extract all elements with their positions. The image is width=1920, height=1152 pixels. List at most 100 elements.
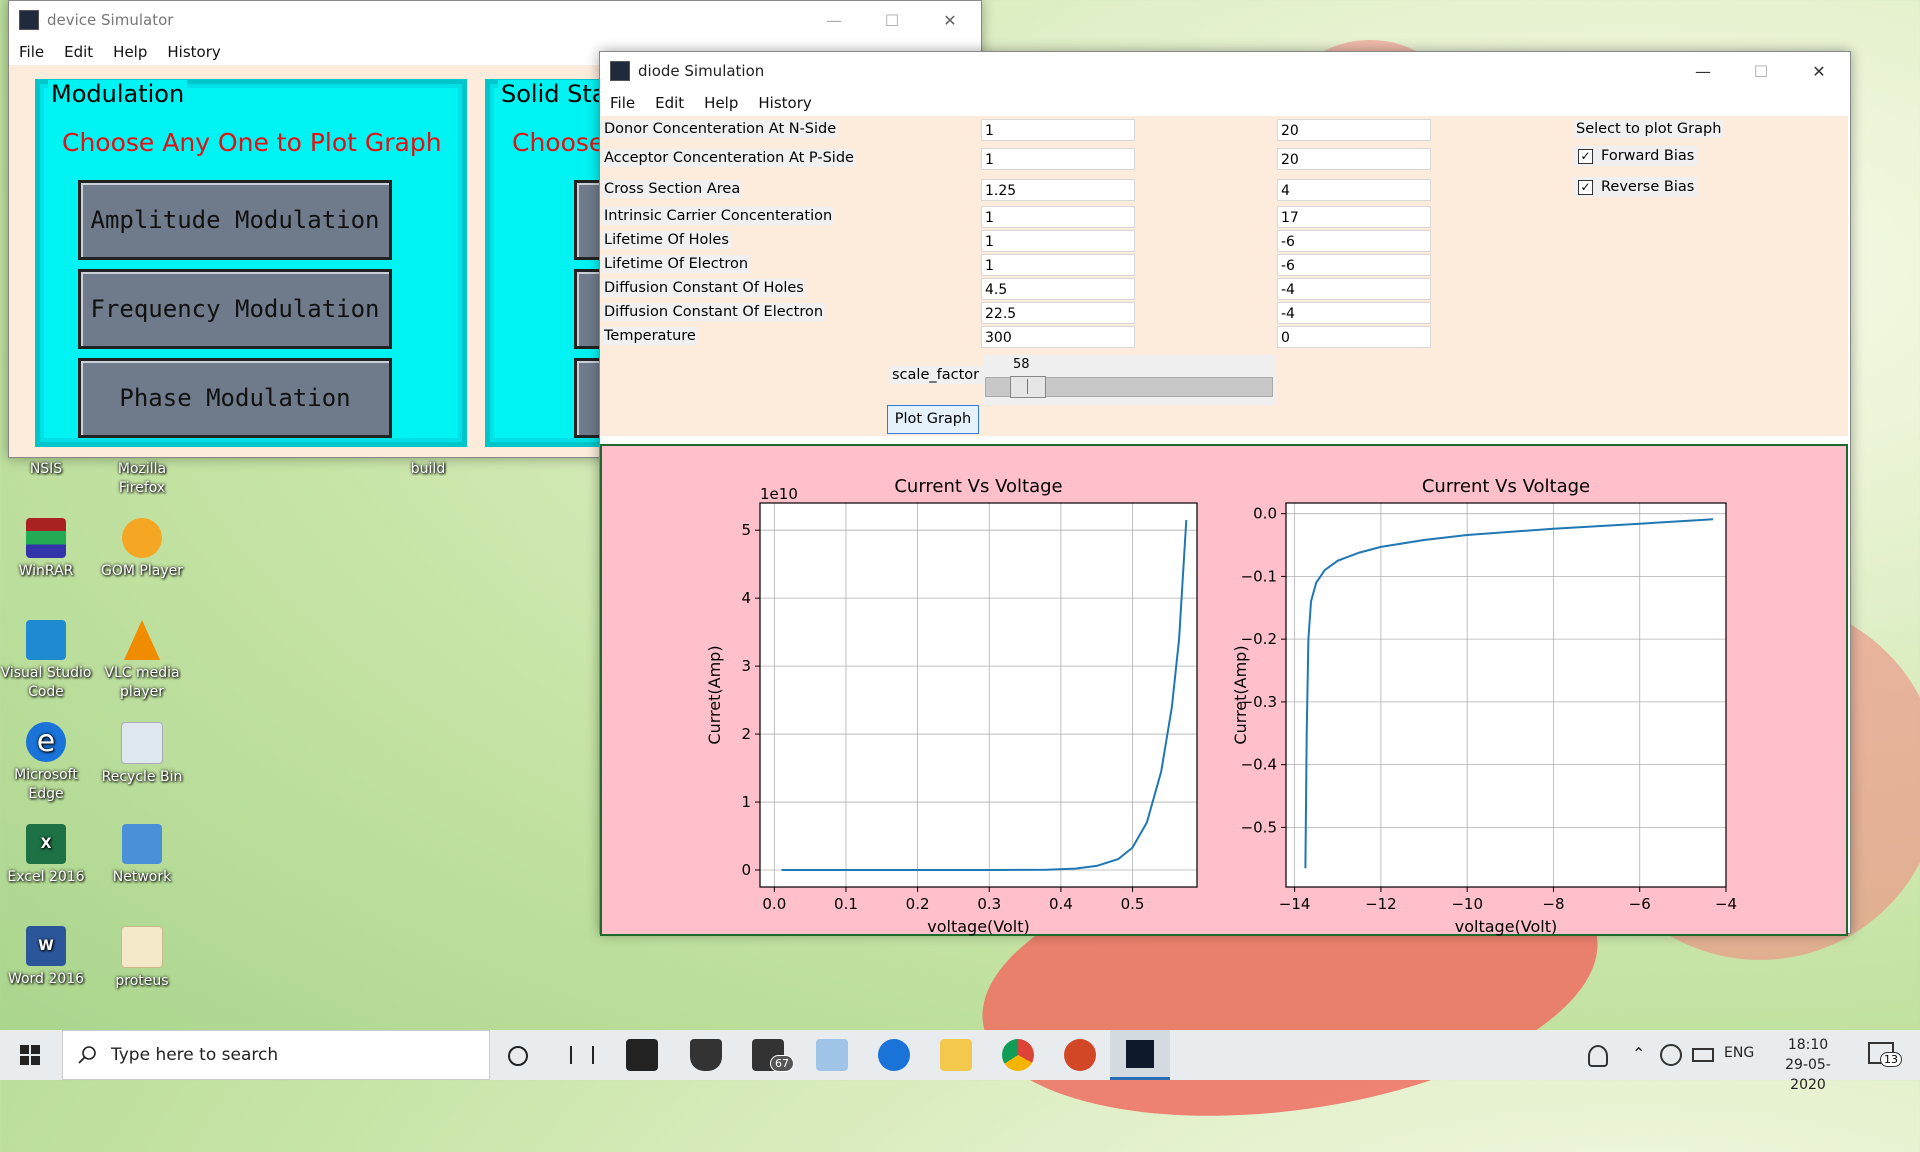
forward-bias-checkbox[interactable]: ✓ Forward Bias <box>1574 146 1699 166</box>
minimize-button[interactable]: — <box>1674 52 1732 90</box>
x-tick-label: −8 <box>1542 895 1564 913</box>
menu-file[interactable]: File <box>610 94 635 112</box>
notification-icon[interactable]: 13 <box>1868 1042 1902 1067</box>
amplitude-modulation-button[interactable]: Amplitude Modulation <box>78 180 392 260</box>
language-indicator[interactable]: ENG <box>1724 1045 1754 1061</box>
maximize-button[interactable]: ☐ <box>1732 52 1790 90</box>
temperature-exponent-input[interactable]: 0 <box>1277 326 1431 348</box>
network-globe-icon[interactable] <box>1660 1044 1682 1066</box>
modulation-panel: Modulation Choose Any One to Plot Graph … <box>35 79 467 447</box>
taskbar-search-box[interactable]: Type here to search <box>62 1030 490 1080</box>
intrinsic-value-input[interactable]: 1 <box>981 206 1135 228</box>
store-icon[interactable] <box>626 1039 658 1071</box>
python-app-icon <box>1126 1040 1154 1068</box>
reverse-bias-checkbox[interactable]: ✓ Reverse Bias <box>1574 177 1699 197</box>
frequency-modulation-button[interactable]: Frequency Modulation <box>78 269 392 349</box>
maximize-button[interactable]: ☐ <box>863 1 921 39</box>
desktop-icon-label: Mozilla Firefox <box>117 461 167 496</box>
lifetime-electron-label: Lifetime Of Electron <box>602 255 751 273</box>
clock-time: 18:10 <box>1787 1037 1829 1053</box>
donor-exponent-input[interactable]: 20 <box>1277 119 1431 141</box>
desktop-icon-winrar[interactable]: WinRAR <box>0 518 94 581</box>
desktop-icon-label: Recycle Bin <box>101 769 183 785</box>
battery-icon[interactable] <box>1692 1048 1714 1062</box>
scale-factor-slider[interactable]: 58 <box>983 355 1275 405</box>
task-view-icon[interactable] <box>570 1046 594 1064</box>
diffusion-holes-exponent-input[interactable]: -4 <box>1277 278 1431 300</box>
diffusion-electron-value-input[interactable]: 22.5 <box>981 302 1135 324</box>
y-tick-label: 0 <box>741 861 751 879</box>
network-icon <box>122 824 162 864</box>
phase-modulation-button[interactable]: Phase Modulation <box>78 358 392 438</box>
temperature-value-input[interactable]: 300 <box>981 326 1135 348</box>
menu-edit[interactable]: Edit <box>64 43 93 61</box>
chrome-icon[interactable] <box>1002 1039 1034 1071</box>
desktop-icon-label: Excel 2016 <box>7 869 85 885</box>
cortana-icon[interactable] <box>508 1046 528 1066</box>
lifetime-electron-exponent-input[interactable]: -6 <box>1277 254 1431 276</box>
intrinsic-exponent-input[interactable]: 17 <box>1277 206 1431 228</box>
desktop-icon-excel[interactable]: X Excel 2016 <box>0 824 94 887</box>
plot-graph-button[interactable]: Plot Graph <box>887 405 979 434</box>
desktop-icon-proteus[interactable]: proteus <box>94 926 190 991</box>
mail-icon[interactable]: 67 <box>752 1039 794 1072</box>
menu-file[interactable]: File <box>19 43 44 61</box>
reverse-bias-label: Reverse Bias <box>1601 179 1695 195</box>
clock[interactable]: 18:10 29-05-2020 <box>1772 1035 1844 1095</box>
file-explorer-icon[interactable] <box>940 1039 972 1071</box>
desktop-icon-edge[interactable]: e Microsoft Edge <box>0 722 94 804</box>
close-button[interactable]: ✕ <box>1790 52 1848 90</box>
winrar-icon <box>26 518 66 558</box>
desktop-icon-network[interactable]: Network <box>94 824 190 887</box>
desktop-icon-label: GOM Player <box>101 563 183 579</box>
powerpoint-icon[interactable] <box>1064 1039 1096 1071</box>
menu-edit[interactable]: Edit <box>655 94 684 112</box>
close-button[interactable]: ✕ <box>921 1 979 39</box>
menu-history[interactable]: History <box>758 94 811 112</box>
diffusion-electron-exponent-input[interactable]: -4 <box>1277 302 1431 324</box>
lifetime-holes-exponent-input[interactable]: -6 <box>1277 230 1431 252</box>
lifetime-holes-value-input[interactable]: 1 <box>981 230 1135 252</box>
menu-history[interactable]: History <box>167 43 220 61</box>
desktop-icon-recycle-bin[interactable]: Recycle Bin <box>94 722 190 787</box>
desktop-icon-vlc[interactable]: VLC media player <box>94 620 190 702</box>
desktop-icon-word[interactable]: W Word 2016 <box>0 926 94 989</box>
chevron-up-icon[interactable]: ⌃ <box>1632 1044 1645 1063</box>
desktop-icon-label: Visual Studio Code <box>0 665 92 700</box>
intrinsic-label: Intrinsic Carrier Concenteration <box>602 207 835 225</box>
reverse-bias-check-icon: ✓ <box>1578 179 1593 195</box>
lifetime-electron-value-input[interactable]: 1 <box>981 254 1135 276</box>
window-title: diode Simulation <box>638 62 765 80</box>
acceptor-exponent-input[interactable]: 20 <box>1277 148 1431 170</box>
security-shield-icon[interactable] <box>690 1039 722 1071</box>
minimize-button[interactable]: — <box>805 1 863 39</box>
search-placeholder: Type here to search <box>111 1045 279 1065</box>
x-tick-label: −12 <box>1365 895 1397 913</box>
desktop-icon-vscode[interactable]: Visual Studio Code <box>0 620 94 702</box>
acceptor-value-input[interactable]: 1 <box>981 148 1135 170</box>
cross-section-value-input[interactable]: 1.25 <box>981 179 1135 201</box>
diffusion-holes-value-input[interactable]: 4.5 <box>981 278 1135 300</box>
x-tick-label: 0.2 <box>906 895 930 913</box>
recycle-bin-icon <box>121 722 163 764</box>
active-app-highlight[interactable] <box>1110 1030 1170 1080</box>
title-bar: diode Simulation — ☐ ✕ <box>600 52 1850 90</box>
clock-date: 29-05-2020 <box>1785 1057 1831 1093</box>
donor-value-input[interactable]: 1 <box>981 119 1135 141</box>
cross-section-exponent-input[interactable]: 4 <box>1277 179 1431 201</box>
start-button[interactable] <box>0 1030 60 1080</box>
diffusion-holes-label: Diffusion Constant Of Holes <box>602 279 806 297</box>
x-tick-label: −10 <box>1451 895 1483 913</box>
menu-help[interactable]: Help <box>704 94 738 112</box>
desktop-icon-nsis[interactable]: NSIS <box>0 460 94 479</box>
desktop-icon-build[interactable]: build <box>380 460 476 479</box>
cloud-app-icon[interactable] <box>816 1039 848 1071</box>
slider-thumb[interactable] <box>1010 376 1047 398</box>
desktop-icon-gom[interactable]: GOM Player <box>94 518 190 581</box>
people-icon[interactable] <box>1588 1045 1608 1067</box>
menu-help[interactable]: Help <box>113 43 147 61</box>
desktop-icon-firefox[interactable]: Mozilla Firefox <box>94 460 190 498</box>
edge-taskbar-icon[interactable] <box>878 1039 910 1071</box>
forward-bias-check-icon: ✓ <box>1578 148 1593 164</box>
edge-icon: e <box>26 722 66 762</box>
